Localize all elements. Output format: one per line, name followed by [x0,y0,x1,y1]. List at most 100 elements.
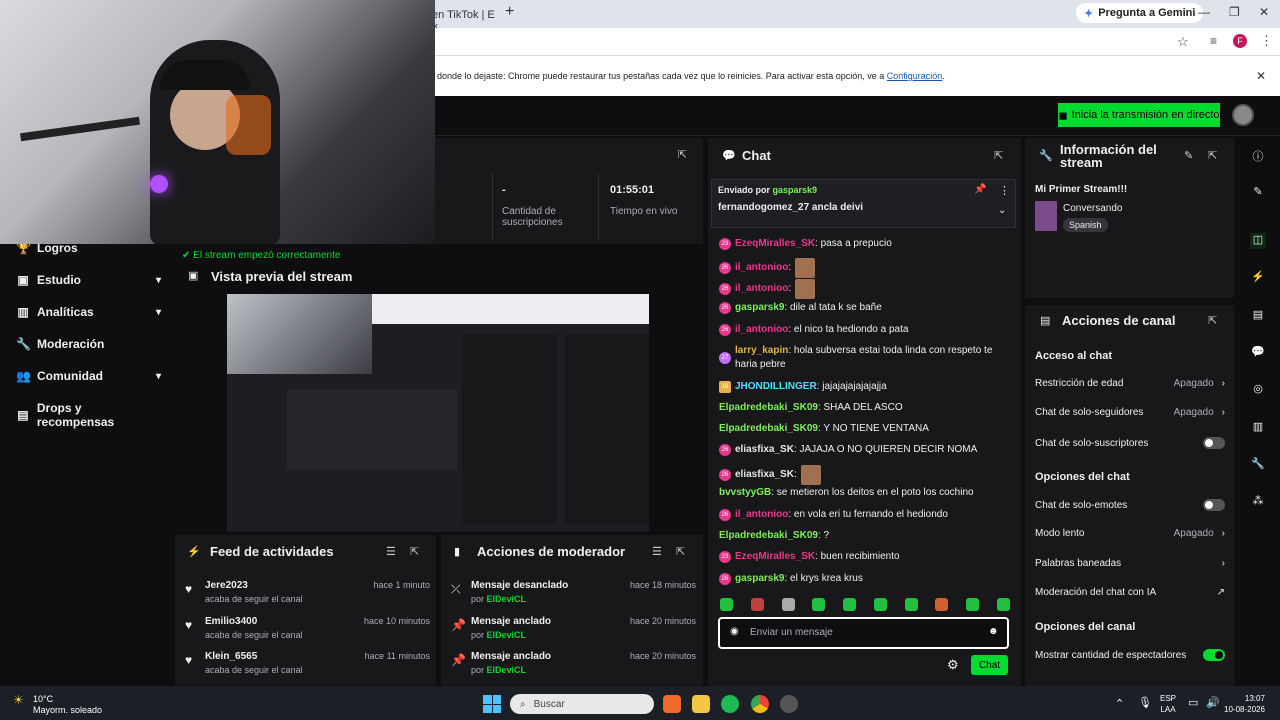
chat-username[interactable]: Elpadredebaki_SK09 [719,530,818,541]
chat-username[interactable]: eliasfixa_SK [735,444,794,455]
extensions-icon[interactable]: ⁂ [1250,494,1266,510]
info-icon[interactable]: ⓘ [1250,148,1266,164]
network-icon[interactable]: ▭ [1188,696,1198,709]
language-tag[interactable]: Spanish [1063,218,1108,232]
sidebar-item-comunidad[interactable]: 👥 Comunidad ▾ [16,369,161,383]
user-avatar[interactable] [1232,104,1254,126]
chat-username[interactable]: eliasfixa_SK [735,469,794,480]
chat-icon[interactable]: 💬 [1250,345,1266,361]
language-indicator[interactable]: ESP LAA [1160,693,1176,715]
popout-icon[interactable]: ⇱ [410,545,419,558]
obs-icon[interactable] [780,695,798,713]
emoji-icon[interactable]: ☻ [988,626,999,637]
spotify-icon[interactable] [721,695,739,713]
pin-icon[interactable]: 📌 [974,184,986,195]
chat-username[interactable]: larry_kapin [735,345,788,356]
popout-icon[interactable]: ⇱ [676,545,685,558]
camera-icon[interactable]: ◫ [1250,233,1266,249]
gear-icon[interactable]: ⚙ [947,657,959,673]
chat-username[interactable]: il_antonioo [735,283,788,294]
lightning-icon[interactable]: ⚡ [1250,270,1266,286]
reading-list-icon[interactable]: ≡ [1210,34,1217,48]
close-window-icon[interactable]: ✕ [1259,5,1269,19]
emotes-only-toggle[interactable] [1203,499,1225,511]
weather-widget[interactable]: 10°C Mayorm. soleado [33,694,102,716]
emote-icon[interactable] [873,598,887,611]
sidebar-item-drops[interactable]: ▤ Drops y recompensas [16,401,161,429]
edit-icon[interactable]: ✎ [1250,185,1266,201]
emote-icon[interactable] [904,598,918,611]
followers-only-row[interactable]: Chat de solo-seguidores Apagado › [1035,407,1225,418]
file-explorer-icon[interactable] [692,695,710,713]
volume-icon[interactable]: 🔊 [1206,696,1220,709]
emote-icon[interactable] [750,598,764,611]
age-restriction-row[interactable]: Restricción de edad Apagado › [1035,378,1225,389]
sidebar-item-estudio[interactable]: ▣ Estudio ▾ [16,273,161,287]
gemini-button[interactable]: ✦ Pregunta a Gemini [1076,3,1204,23]
chevron-up-icon[interactable]: ⌃ [1115,697,1124,710]
stream-category[interactable]: Conversando [1063,203,1122,214]
more-icon[interactable]: ⋮ [999,184,1010,197]
slow-mode-row[interactable]: Modo lento Apagado › [1035,528,1225,539]
menu-icon[interactable]: ⋮ [1260,33,1273,49]
chat-username[interactable]: Elpadredebaki_SK09 [719,402,818,413]
mic-icon[interactable]: 🎙 [1138,696,1152,709]
go-live-button[interactable]: ◼ Inicia la transmisión en directo [1058,103,1220,127]
settings-link[interactable]: Configuración [887,71,943,81]
stream-preview-video[interactable] [227,294,649,532]
document-icon[interactable]: ▤ [1250,308,1266,324]
show-viewers-toggle[interactable] [1203,649,1225,661]
emote-icon[interactable] [720,598,733,611]
emote-icon[interactable] [812,598,826,611]
windows-start-icon[interactable] [483,695,501,713]
pencil-icon[interactable]: ✎ [1184,149,1193,162]
popout-icon[interactable]: ⇱ [1208,314,1217,327]
wrench-icon[interactable]: 🔧 [1250,457,1266,473]
mod-user[interactable]: ElDeviCL [487,594,527,604]
subs-only-toggle[interactable] [1203,437,1225,449]
star-icon[interactable]: ☆ [1177,34,1189,50]
emote-icon[interactable] [781,598,795,611]
mod-user[interactable]: ElDeviCL [487,630,527,640]
browser-tab[interactable]: en TikTok | E × [432,5,504,33]
clock[interactable]: 13:07 10-08-2026 [1224,693,1265,715]
chat-emote[interactable] [795,258,816,278]
ai-moderation-row[interactable]: Moderación del chat con IA ↗ [1035,587,1225,598]
chat-input[interactable]: ◉ Enviar un mensaje ☻ [718,617,1009,649]
close-icon[interactable]: ✕ [1256,69,1266,83]
maximize-icon[interactable]: ❐ [1229,5,1240,19]
taskbar-search[interactable]: ⌕ Buscar [510,694,654,714]
send-chat-button[interactable]: Chat [971,655,1008,675]
chat-username[interactable]: gasparsk9 [735,573,784,584]
emote-icon[interactable] [996,598,1010,611]
pinned-by-user[interactable]: gasparsk9 [773,185,818,195]
mod-user[interactable]: ElDeviCL [487,665,527,675]
profile-avatar[interactable]: F [1233,34,1247,48]
chat-username[interactable]: EzeqMiralles_SK [735,551,815,562]
popout-icon[interactable]: ⇱ [678,148,687,161]
chat-username[interactable]: bvvstyyGB [719,487,771,498]
sidebar-item-moderacion[interactable]: 🔧 Moderación [16,337,161,351]
broadcast-icon[interactable]: ◎ [1250,382,1266,398]
filter-icon[interactable]: ☰ [386,545,396,558]
chat-username[interactable]: gasparsk9 [735,302,784,313]
emote-icon[interactable] [935,598,949,611]
brave-icon[interactable] [663,695,681,713]
new-tab-button[interactable]: + [505,3,514,21]
chat-username[interactable]: il_antonioo [735,262,788,273]
emote-icon[interactable] [966,598,980,611]
chrome-icon[interactable] [751,695,769,713]
chat-username[interactable]: JHONDILLINGER [735,381,817,392]
banned-words-row[interactable]: Palabras baneadas › [1035,558,1225,569]
chevron-down-icon[interactable]: ⌄ [998,205,1006,216]
chat-emote[interactable] [795,279,816,299]
chat-username[interactable]: EzeqMiralles_SK [735,238,815,249]
minimize-icon[interactable]: — [1198,5,1210,19]
popout-icon[interactable]: ⇱ [994,149,1003,162]
popout-icon[interactable]: ⇱ [1208,149,1217,162]
chat-username[interactable]: il_antonioo [735,324,788,335]
chat-emote[interactable] [800,465,821,485]
emote-icon[interactable] [843,598,857,611]
sidebar-item-analiticas[interactable]: ▥ Analíticas ▾ [16,305,161,319]
list-icon[interactable]: ▥ [1250,420,1266,436]
